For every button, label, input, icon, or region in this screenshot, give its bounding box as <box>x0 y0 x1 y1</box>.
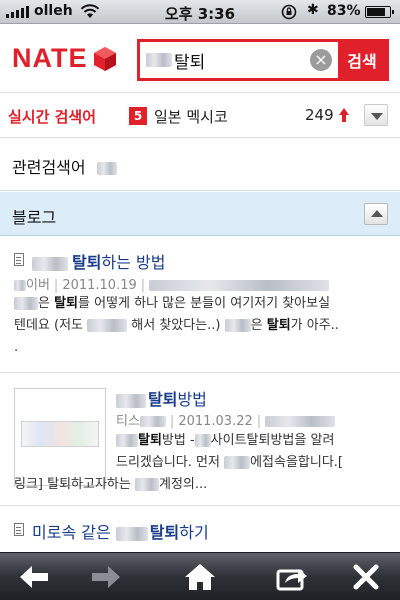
result-thumbnail[interactable] <box>14 388 106 486</box>
nate-logo[interactable]: NATE <box>12 43 118 74</box>
home-icon <box>185 564 215 590</box>
arrow-left-icon <box>20 566 48 588</box>
logo-text: NATE <box>12 43 88 73</box>
blog-result[interactable]: 탈퇴하는 방법 이버 | 2011.10.19 | 은 탈퇴를 어떻게 하나 많은 분… <box>0 237 400 373</box>
realtime-count: 249 <box>305 106 334 124</box>
blog-result[interactable]: 탈퇴방법 티스 | 2011.03.22 | 탈퇴방법 - 사이트탈퇴방법을 알려 드리… <box>0 374 400 506</box>
related-searches-title: 관련검색어 <box>12 154 117 178</box>
result-title[interactable]: 미로속 같은 탈퇴하기 <box>32 519 209 543</box>
blog-section-header: 블로그 <box>0 192 400 236</box>
search-input-value: 탈퇴 <box>174 52 206 73</box>
realtime-label: 실시간 검색어 <box>8 108 97 126</box>
search-input[interactable]: 탈퇴 <box>140 42 310 78</box>
share-button[interactable] <box>272 561 312 593</box>
result-description: 은 탈퇴를 어떻게 하나 많은 분들이 여기저기 찾아보실 텐데요 (저도 해서… <box>14 296 339 355</box>
realtime-keywords-bar[interactable]: 실시간 검색어 5 일본 멕시코 249 <box>0 94 400 138</box>
close-icon <box>353 564 379 590</box>
result-description-continued: 링크] 탈퇴하고자하는 계정의... <box>14 477 208 492</box>
result-meta: 이버 | 2011.10.19 | <box>14 274 330 293</box>
browser-toolbar <box>0 552 400 600</box>
share-icon <box>276 569 307 591</box>
forward-button[interactable] <box>86 561 126 593</box>
redacted-text <box>32 256 68 271</box>
arrow-right-icon <box>92 566 120 588</box>
blog-section-title: 블로그 <box>12 208 57 227</box>
redacted-text <box>115 526 148 541</box>
rotation-lock-icon <box>281 4 297 20</box>
back-button[interactable] <box>14 561 54 593</box>
app-header: NATE 탈퇴 × 검색 <box>0 25 400 93</box>
battery-fill <box>367 8 386 16</box>
result-title[interactable]: 탈퇴하는 방법 <box>32 249 165 273</box>
redacted-text <box>265 416 336 427</box>
related-searches: 관련검색어 <box>0 139 400 191</box>
logo-gem-icon <box>93 46 116 71</box>
redacted-text <box>116 393 146 408</box>
result-description: 탈퇴방법 - 사이트탈퇴방법을 알려 드리겠습니다. 먼저 에접속을합니다.[ <box>116 433 344 470</box>
search-box: 탈퇴 × 검색 <box>137 39 389 81</box>
realtime-expand-button[interactable] <box>364 104 388 126</box>
battery-icon <box>365 6 394 18</box>
status-bar: olleh 오후 3:36 ✱ 83% <box>0 0 400 24</box>
blog-collapse-button[interactable] <box>364 203 388 225</box>
realtime-term[interactable]: 일본 멕시코 <box>154 106 228 127</box>
document-icon <box>14 253 24 266</box>
search-button[interactable]: 검색 <box>338 42 386 78</box>
close-button[interactable] <box>346 561 386 593</box>
redacted-text <box>146 53 172 67</box>
battery-percent: 83% <box>327 3 361 19</box>
clear-search-button[interactable]: × <box>310 49 332 71</box>
document-icon <box>14 523 24 536</box>
redacted-text <box>96 162 117 175</box>
realtime-rank-badge: 5 <box>129 107 147 125</box>
bluetooth-icon: ✱ <box>307 2 319 18</box>
thumbnail-image <box>21 421 99 447</box>
rank-up-arrow-icon <box>339 108 349 122</box>
redacted-text <box>149 280 330 291</box>
result-title[interactable]: 탈퇴방법 <box>116 386 207 410</box>
result-meta: 티스 | 2011.03.22 | <box>116 410 336 429</box>
home-button[interactable] <box>180 561 220 593</box>
